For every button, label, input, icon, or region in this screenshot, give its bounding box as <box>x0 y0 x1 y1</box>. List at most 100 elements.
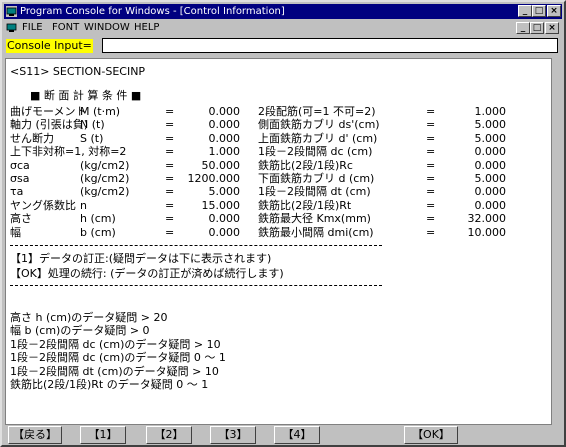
param-equals-2: = <box>426 158 436 172</box>
title-bar[interactable]: Program Console for Windows - [Control I… <box>4 4 562 19</box>
param-equals-2: = <box>426 225 436 239</box>
param-unit: M (t·m) <box>80 105 121 118</box>
error-line: 幅 b (cm)のデータ疑問 > 0 <box>10 324 150 338</box>
param-label: 軸力 (引張は負) <box>10 118 89 132</box>
param-equals-2: = <box>426 145 436 159</box>
param-label-2: 鉄筋最小間隔 dmi(cm) <box>258 225 374 239</box>
section-heading: <S11> SECTION-SECINP <box>10 65 146 78</box>
child-close-button[interactable]: × <box>545 22 559 34</box>
param-value: 0.000 <box>208 105 241 118</box>
param-value-2: 0.000 <box>474 145 507 159</box>
error-line: 1段－2段間隔 dt (cm)のデータ疑問 > 10 <box>10 364 219 378</box>
param-label-2: 鉄筋比(2段/1段)Rt <box>258 198 352 212</box>
param-equals: = <box>165 145 175 159</box>
param-equals: = <box>165 131 175 145</box>
back-button[interactable]: 【戻る】 <box>8 426 62 444</box>
param-value: 0.000 <box>208 225 241 239</box>
param-value-2: 32.000 <box>467 212 507 226</box>
param-label: σsa <box>10 172 30 185</box>
param-value: 1.000 <box>208 145 241 159</box>
param-label: τa <box>10 185 24 199</box>
app-window: Program Console for Windows - [Control I… <box>0 0 566 447</box>
key4-button[interactable]: 【4】 <box>274 426 320 444</box>
param-label: 曲げモーメント <box>10 105 87 118</box>
param-label: σca <box>10 158 30 172</box>
param-label: 高さ <box>10 212 32 226</box>
param-value-2: 10.000 <box>467 225 507 239</box>
param-value-2: 1.000 <box>474 105 507 118</box>
param-label: ヤング係数比 <box>10 198 76 212</box>
key1-button[interactable]: 【1】 <box>80 426 126 444</box>
param-label-2: 鉄筋比(2段/1段)Rc <box>258 158 353 172</box>
param-value-2: 5.000 <box>474 118 507 132</box>
param-label-2: 側面鉄筋カブリ ds'(cm) <box>258 118 380 132</box>
param-unit: S (t) <box>80 131 104 145</box>
param-equals: = <box>165 212 175 226</box>
param-value: 0.000 <box>208 131 241 145</box>
param-value: 50.000 <box>201 158 241 172</box>
param-value: 15.000 <box>201 198 241 212</box>
vertical-scrollbar[interactable] <box>551 58 564 423</box>
divider <box>10 245 382 246</box>
section-title: ■ 断 面 計 算 条 件 ■ <box>30 89 142 102</box>
param-unit: (kg/cm2) <box>80 172 130 185</box>
child-minimize-button[interactable]: _ <box>516 22 530 34</box>
param-value-2: 0.000 <box>474 198 507 212</box>
param-equals-2: = <box>426 105 436 118</box>
child-window-icon[interactable] <box>6 23 17 33</box>
param-value: 5.000 <box>208 185 241 199</box>
param-unit: h (cm) <box>80 212 116 226</box>
key3-button[interactable]: 【3】 <box>210 426 256 444</box>
console-output: <S11> SECTION-SECINP ■ 断 面 計 算 条 件 ■ 曲げモ… <box>5 58 552 425</box>
error-line: 鉄筋比(2段/1段)Rt のデータ疑問 0 ～ 1 <box>10 378 209 391</box>
child-restore-button[interactable]: □ <box>530 22 544 34</box>
option-correct: 【1】データの訂正:(疑問データは下に表示されます) <box>10 252 272 265</box>
param-equals-2: = <box>426 118 436 132</box>
param-equals: = <box>165 172 175 185</box>
param-equals-2: = <box>426 131 436 145</box>
param-unit: n <box>80 198 87 212</box>
param-equals: = <box>165 105 175 118</box>
param-label: 幅 <box>10 225 21 239</box>
ok-button[interactable]: 【OK】 <box>404 426 458 444</box>
console-input-label: Console Input= <box>6 39 93 53</box>
param-label-2: 1段－2段間隔 dc (cm) <box>258 145 373 159</box>
menu-help[interactable]: HELP <box>134 20 159 36</box>
param-label: 上下非対称=1, 対称=2 <box>10 145 127 159</box>
menu-window[interactable]: WINDOW <box>84 20 130 36</box>
param-label-2: 2段配筋(可=1 不可=2) <box>258 105 376 118</box>
option-continue: 【OK】処理の続行: (データの訂正が済めば続行します) <box>10 267 284 280</box>
param-unit: b (cm) <box>80 225 116 239</box>
param-label-2: 1段－2段間隔 dt (cm) <box>258 185 371 199</box>
error-line: 1段－2段間隔 dc (cm)のデータ疑問 0 ～ 1 <box>10 351 226 365</box>
param-equals: = <box>165 118 175 132</box>
app-icon[interactable] <box>6 6 17 17</box>
error-line: 高さ h (cm)のデータ疑問 > 20 <box>10 311 168 324</box>
param-equals: = <box>165 158 175 172</box>
param-equals: = <box>165 185 175 199</box>
param-value-2: 0.000 <box>474 158 507 172</box>
maximize-button[interactable]: □ <box>532 5 546 17</box>
param-equals-2: = <box>426 172 436 185</box>
param-unit: (kg/cm2) <box>80 185 130 199</box>
param-value-2: 5.000 <box>474 172 507 185</box>
close-button[interactable]: × <box>547 5 561 17</box>
menu-font[interactable]: FONT <box>52 20 79 36</box>
key2-button[interactable]: 【2】 <box>146 426 192 444</box>
param-equals: = <box>165 225 175 239</box>
param-equals: = <box>165 198 175 212</box>
param-label-2: 鉄筋最大径 Kmx(mm) <box>258 212 371 226</box>
error-line: 1段－2段間隔 dc (cm)のデータ疑問 > 10 <box>10 337 221 351</box>
console-input[interactable] <box>102 38 558 53</box>
param-value: 1200.000 <box>187 172 241 185</box>
param-value-2: 0.000 <box>474 185 507 199</box>
param-unit: N (t) <box>80 118 105 132</box>
menu-file[interactable]: FILE <box>22 20 43 36</box>
param-equals-2: = <box>426 212 436 226</box>
menu-bar: FILE FONT WINDOW HELP _ □ × <box>4 20 562 36</box>
divider <box>10 285 382 286</box>
function-key-bar: 【戻る】 【1】 【2】 【3】 【4】 【OK】 <box>4 425 562 445</box>
param-value: 0.000 <box>208 118 241 132</box>
console-bar: Console Input= <box>4 37 562 55</box>
minimize-button[interactable]: _ <box>518 5 532 17</box>
